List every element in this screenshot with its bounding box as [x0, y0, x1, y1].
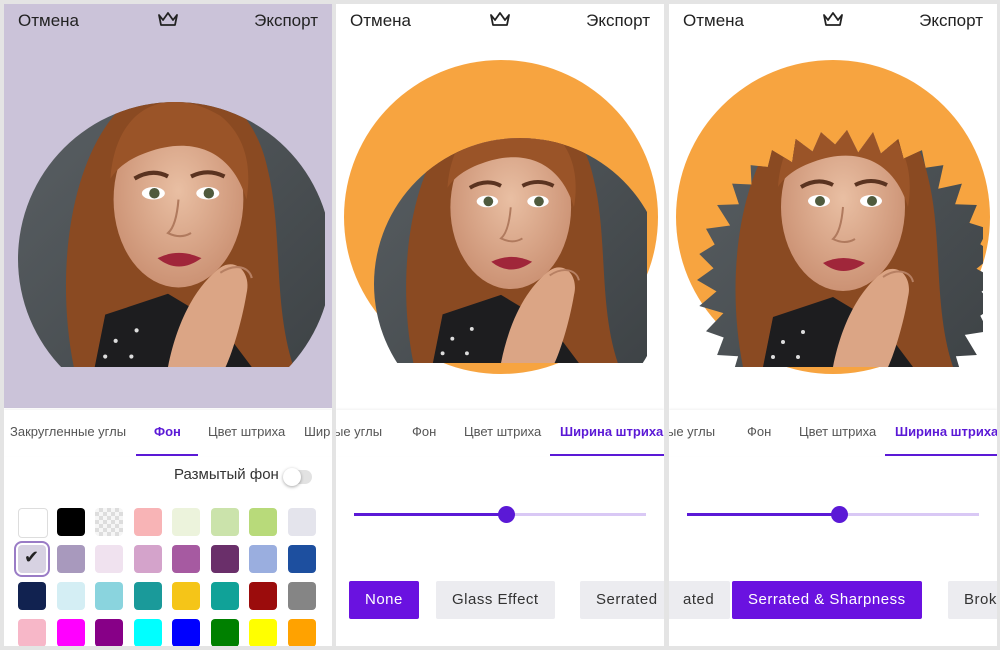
panel-stroke-width-ring: Отмена Экспорт ые углы Фон Цвет штриха Ш…	[336, 4, 664, 646]
top-bar: Отмена Экспорт	[669, 4, 997, 44]
active-tab-indicator	[885, 454, 997, 456]
portrait-preview	[676, 60, 990, 374]
color-swatch[interactable]	[56, 508, 85, 536]
color-swatch[interactable]	[172, 582, 200, 610]
color-swatch[interactable]	[287, 545, 316, 573]
color-swatch[interactable]	[95, 508, 123, 536]
blur-background-toggle[interactable]	[283, 468, 312, 486]
color-swatch[interactable]	[95, 545, 123, 573]
tab-background[interactable]: Фон	[154, 424, 181, 439]
color-swatch[interactable]	[287, 619, 316, 646]
color-swatch[interactable]	[210, 508, 239, 536]
top-bar: Отмена Экспорт	[4, 4, 332, 44]
crown-icon[interactable]	[489, 10, 511, 28]
color-swatch[interactable]	[172, 545, 200, 573]
check-icon: ✔	[24, 547, 40, 567]
color-swatch[interactable]	[133, 508, 162, 536]
color-swatch[interactable]	[133, 582, 162, 610]
tab-stroke-color[interactable]: Цвет штриха	[464, 424, 541, 439]
color-swatch[interactable]	[56, 582, 85, 610]
slider-thumb[interactable]	[830, 506, 848, 523]
portrait-preview	[344, 60, 658, 374]
color-swatch[interactable]	[210, 582, 239, 610]
tab-stroke-color[interactable]: Цвет штриха	[799, 424, 876, 439]
cancel-button[interactable]: Отмена	[18, 11, 79, 31]
tab-stroke-color[interactable]: Цвет штриха	[208, 424, 285, 439]
crown-icon[interactable]	[822, 10, 844, 28]
active-tab-indicator	[136, 454, 198, 456]
crown-icon[interactable]	[157, 10, 179, 28]
cancel-button[interactable]: Отмена	[350, 11, 411, 31]
tab-rounded-corners[interactable]: Закругленные углы	[10, 424, 126, 439]
color-swatch[interactable]	[172, 619, 200, 646]
blur-background-label: Размытый фон	[174, 466, 279, 483]
tab-bar: ые углы Фон Цвет штриха Ширина штриха	[336, 410, 664, 456]
style-broken-button[interactable]: Brok	[948, 581, 997, 619]
tab-stroke-width[interactable]: Шир	[304, 424, 330, 439]
slider-fill	[687, 513, 839, 516]
color-swatch[interactable]	[18, 582, 46, 610]
tab-stroke-width[interactable]: Ширина штриха	[560, 424, 663, 439]
export-button[interactable]: Экспорт	[254, 11, 318, 31]
preview-area	[336, 4, 664, 408]
stroke-width-slider[interactable]	[354, 506, 646, 523]
preview-area	[669, 4, 997, 408]
color-swatch[interactable]	[133, 545, 162, 573]
color-swatch[interactable]	[172, 508, 200, 536]
color-swatch[interactable]	[56, 545, 85, 573]
style-serrated-sharpness-button[interactable]: Serrated & Sharpness	[732, 581, 922, 619]
active-tab-indicator	[550, 454, 664, 456]
stroke-width-slider[interactable]	[687, 506, 979, 523]
tab-background[interactable]: Фон	[747, 424, 771, 439]
color-swatch[interactable]: ✔	[14, 541, 50, 577]
color-swatch[interactable]	[249, 545, 277, 573]
slider-thumb[interactable]	[497, 506, 515, 523]
export-button[interactable]: Экспорт	[586, 11, 650, 31]
tab-stroke-width[interactable]: Ширина штриха	[895, 424, 997, 439]
tab-bar: ые углы Фон Цвет штриха Ширина штриха	[669, 410, 997, 456]
color-swatch[interactable]	[95, 582, 123, 610]
top-bar: Отмена Экспорт	[336, 4, 664, 44]
style-serrated-button[interactable]: Serrated	[580, 581, 664, 619]
color-swatch[interactable]	[249, 508, 277, 536]
color-swatch[interactable]	[18, 508, 48, 538]
tab-background[interactable]: Фон	[412, 424, 436, 439]
color-swatch[interactable]	[18, 619, 46, 646]
color-swatch[interactable]	[287, 582, 316, 610]
slider-fill	[354, 513, 506, 516]
panel-stroke-serrated: Отмена Экспорт ые углы Фон Цвет штриха Ш…	[669, 4, 997, 646]
tab-rounded-corners[interactable]: ые углы	[336, 424, 382, 439]
portrait-preview	[4, 4, 332, 408]
color-swatch[interactable]	[133, 619, 162, 646]
style-glass-effect-button[interactable]: Glass Effect	[436, 581, 555, 619]
tab-bar: Закругленные углы Фон Цвет штриха Шир	[4, 410, 332, 456]
toggle-knob	[283, 468, 301, 486]
color-swatch[interactable]	[210, 545, 239, 573]
preview-area	[4, 4, 332, 408]
cancel-button[interactable]: Отмена	[683, 11, 744, 31]
tab-rounded-corners[interactable]: ые углы	[669, 424, 715, 439]
color-swatch[interactable]	[95, 619, 123, 646]
color-swatch[interactable]	[287, 508, 316, 536]
style-none-button[interactable]: None	[349, 581, 419, 619]
panel-background-editor: Отмена Экспорт Закругленные углы Фон Цве…	[4, 4, 332, 646]
color-swatch[interactable]	[249, 582, 277, 610]
style-serrated-button[interactable]: ated	[669, 581, 731, 619]
color-swatch[interactable]	[249, 619, 277, 646]
export-button[interactable]: Экспорт	[919, 11, 983, 31]
color-swatch[interactable]	[210, 619, 239, 646]
color-swatch[interactable]	[56, 619, 85, 646]
